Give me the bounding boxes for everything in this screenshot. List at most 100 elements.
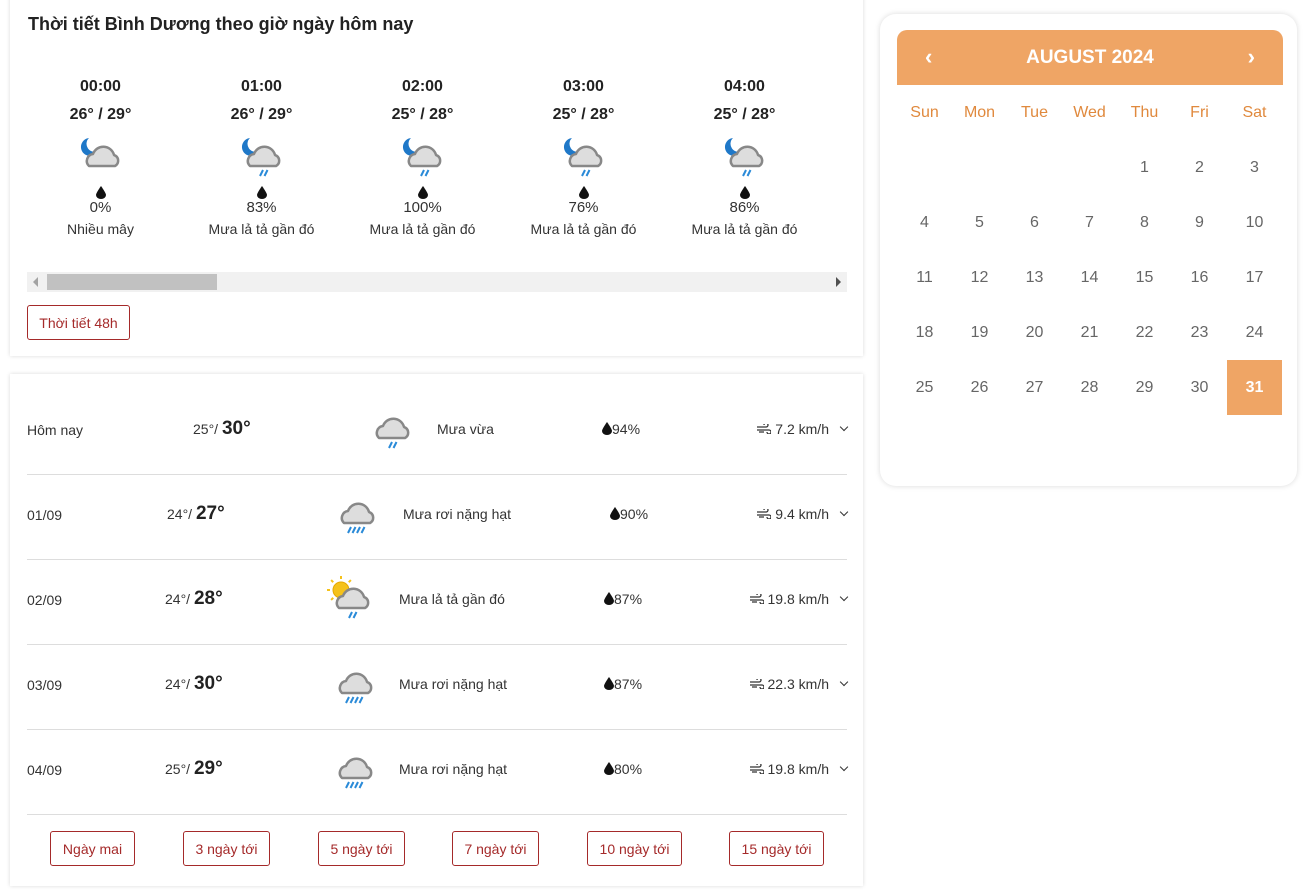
daily-row[interactable]: 01/09 24°/ 27° Mưa rơi nặng hạt 90% 9.4 … xyxy=(27,475,849,560)
calendar-day[interactable]: 7 xyxy=(1062,195,1117,250)
forecast-range-button[interactable]: Ngày mai xyxy=(50,831,135,866)
day-date: Hôm nay xyxy=(27,422,84,438)
calendar-day[interactable]: 4 xyxy=(897,195,952,250)
hour-desc: Mưa lả tả gần đó xyxy=(530,221,637,237)
hour-rain: 86% xyxy=(664,186,825,216)
calendar-day[interactable]: 5 xyxy=(952,195,1007,250)
calendar-day[interactable]: 15 xyxy=(1117,250,1172,305)
calendar-day[interactable]: 6 xyxy=(1007,195,1062,250)
daily-forecast-card: Hôm nay 25°/ 30° Mưa vừa 94% 7.2 km/h 01… xyxy=(10,374,863,886)
day-rain: 80% xyxy=(604,761,642,777)
chevron-down-icon[interactable] xyxy=(839,677,849,687)
scroll-left-icon[interactable] xyxy=(33,277,38,287)
hour-time: 01:00 xyxy=(241,78,282,95)
day-rain: 87% xyxy=(604,676,642,692)
calendar-day[interactable]: 16 xyxy=(1172,250,1227,305)
hour-desc: Nhiều mây xyxy=(67,221,134,237)
day-rain: 90% xyxy=(610,506,648,522)
calendar-day[interactable]: 12 xyxy=(952,250,1007,305)
calendar-day[interactable]: 14 xyxy=(1062,250,1117,305)
calendar-day[interactable]: 28 xyxy=(1062,360,1117,415)
hour-time: 00:00 xyxy=(80,78,121,95)
calendar-day[interactable]: 23 xyxy=(1172,305,1227,360)
hour-rain: 100% xyxy=(342,186,503,216)
calendar-day[interactable]: 18 xyxy=(897,305,952,360)
calendar-day[interactable]: 30 xyxy=(1172,360,1227,415)
calendar-day[interactable]: 13 xyxy=(1007,250,1062,305)
cloud-rain-icon xyxy=(375,417,410,449)
rain-value: 94% xyxy=(612,421,641,437)
calendar-day[interactable]: 26 xyxy=(952,360,1007,415)
forecast-range-button[interactable]: 7 ngày tới xyxy=(452,831,539,866)
calendar-day[interactable]: 21 xyxy=(1062,305,1117,360)
sun-cloud-rain-icon xyxy=(327,576,370,619)
raindrop-icon xyxy=(604,592,614,605)
chevron-down-icon[interactable] xyxy=(839,762,849,772)
daily-row[interactable]: 02/09 24°/ 28° Mưa lả tả gần đó 87% 19.8… xyxy=(27,560,849,645)
hour-item: 01:00 26° / 29° 83% Mưa lả tả gần đó xyxy=(181,78,342,237)
temp-high: 30° xyxy=(221,418,251,439)
calendar-day[interactable]: 11 xyxy=(897,250,952,305)
calendar-day[interactable]: 10 xyxy=(1227,195,1282,250)
hour-temp: 25° / 28° xyxy=(552,106,615,123)
wind-icon xyxy=(757,422,773,435)
calendar-day[interactable]: 2 xyxy=(1172,140,1227,195)
daily-row[interactable]: 03/09 24°/ 30° Mưa rơi nặng hạt 87% 22.3… xyxy=(27,645,849,730)
calendar-day[interactable]: 8 xyxy=(1117,195,1172,250)
day-wind: 19.8 km/h xyxy=(749,591,829,607)
weather-48h-button[interactable]: Thời tiết 48h xyxy=(27,305,130,340)
daily-row[interactable]: Hôm nay 25°/ 30° Mưa vừa 94% 7.2 km/h xyxy=(27,390,849,475)
temp-high: 27° xyxy=(195,503,225,524)
forecast-range-button[interactable]: 10 ngày tới xyxy=(587,831,682,866)
scroll-right-icon[interactable] xyxy=(836,277,841,287)
calendar-day[interactable]: 17 xyxy=(1227,250,1282,305)
forecast-range-button[interactable]: 5 ngày tới xyxy=(318,831,405,866)
rain-value: 83% xyxy=(246,199,277,216)
chevron-down-icon[interactable] xyxy=(839,422,849,432)
calendar-day[interactable]: 9 xyxy=(1172,195,1227,250)
hour-item: 02:00 25° / 28° 100% Mưa lả tả gần đó xyxy=(342,78,503,237)
next-month-button[interactable]: › xyxy=(1248,44,1255,70)
cloud-heavy-rain-icon xyxy=(340,502,375,534)
chevron-down-icon[interactable] xyxy=(839,507,849,517)
rain-value: 86% xyxy=(729,199,760,216)
hourly-forecast-card: Thời tiết Bình Dương theo giờ ngày hôm n… xyxy=(10,0,863,356)
temp-high: 30° xyxy=(193,673,223,694)
day-wind: 22.3 km/h xyxy=(749,676,829,692)
calendar-day[interactable]: 22 xyxy=(1117,305,1172,360)
hour-temp: 25° / 28° xyxy=(713,106,776,123)
scrollbar-thumb[interactable] xyxy=(47,274,217,290)
daily-row[interactable]: 04/09 25°/ 29° Mưa rơi nặng hạt 80% 19.8… xyxy=(27,730,849,815)
day-date: 02/09 xyxy=(27,592,63,608)
hourly-title: Thời tiết Bình Dương theo giờ ngày hôm n… xyxy=(28,14,414,34)
hour-item: 04:00 25° / 28° 86% Mưa lả tả gần đó xyxy=(664,78,825,237)
hour-desc: Mưa lả tả gần đó xyxy=(691,221,798,237)
calendar-day[interactable]: 3 xyxy=(1227,140,1282,195)
hour-temp: 26° / 29° xyxy=(69,106,132,123)
calendar: ‹ AUGUST 2024 › Sun Mon Tue Wed Thu Fri Sat 1 2 3… xyxy=(880,14,1297,486)
forecast-range-button[interactable]: 15 ngày tới xyxy=(729,831,824,866)
calendar-day[interactable]: 25 xyxy=(897,360,952,415)
chevron-down-icon[interactable] xyxy=(839,592,849,602)
hour-item: 00:00 26° / 29° 0% Nhiều mây xyxy=(20,78,181,237)
day-date: 01/09 xyxy=(27,507,63,523)
calendar-day[interactable]: 20 xyxy=(1007,305,1062,360)
weekday-label: Tue xyxy=(1021,103,1048,121)
day-temp: 24°/ 30° xyxy=(165,673,223,694)
wind-value: 22.3 km/h xyxy=(767,676,829,692)
rain-value: 80% xyxy=(614,761,643,777)
raindrop-icon xyxy=(578,186,589,199)
calendar-month-title: AUGUST 2024 xyxy=(1026,47,1154,68)
day-desc: Mưa lả tả gần đó xyxy=(399,591,505,607)
raindrop-icon xyxy=(602,422,612,435)
calendar-day-selected[interactable]: 31 xyxy=(1227,360,1282,415)
calendar-day[interactable]: 29 xyxy=(1117,360,1172,415)
calendar-day[interactable]: 27 xyxy=(1007,360,1062,415)
forecast-range-button[interactable]: 3 ngày tới xyxy=(183,831,270,866)
calendar-day[interactable]: 1 xyxy=(1117,140,1172,195)
wind-value: 7.2 km/h xyxy=(775,421,829,437)
calendar-day[interactable]: 19 xyxy=(952,305,1007,360)
calendar-day[interactable]: 24 xyxy=(1227,305,1282,360)
horizontal-scrollbar[interactable] xyxy=(27,272,847,292)
temp-low: 24° xyxy=(167,506,189,522)
